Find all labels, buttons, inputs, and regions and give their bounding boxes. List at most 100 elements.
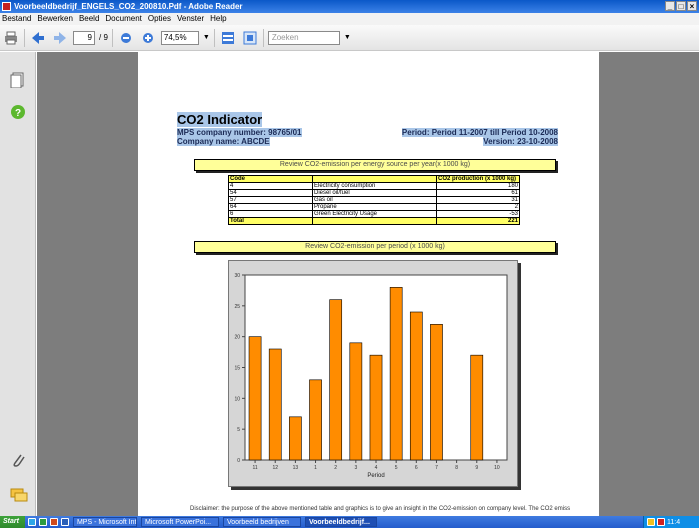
cell-co2: -53 [436, 210, 520, 218]
quick-launch-powerpoint-icon[interactable] [49, 518, 58, 526]
page-number-input[interactable]: 9 [73, 30, 95, 45]
section-heading-per-period: Review CO2-emission per period (x 1000 k… [194, 241, 556, 253]
close-button[interactable]: × [687, 1, 697, 11]
bar-2 [329, 299, 343, 461]
toolbar-separator [262, 28, 264, 47]
title-bar: Voorbeeldbedrijf_ENGELS_CO2_200810.Pdf -… [0, 0, 699, 13]
help-icon[interactable]: ? [10, 104, 26, 120]
period-range: Period: Period 11-2007 till Period 10-20… [401, 128, 558, 137]
document-viewer[interactable]: CO2 Indicator MPS company number: 98765/… [37, 52, 699, 516]
company-name: Company name: ABCDE [177, 137, 270, 146]
toolbar-separator [111, 28, 113, 47]
maximize-button[interactable]: □ [676, 1, 686, 11]
menu-document[interactable]: Document [105, 13, 141, 25]
x-axis-label: Period [367, 473, 384, 479]
x-tick-label: 8 [455, 465, 458, 471]
cell-total-label: Total [228, 217, 313, 225]
cell-co2: 180 [436, 182, 520, 190]
table-row: 6 Green Electricity Usage -53 [228, 210, 520, 218]
table-row: 4 Electricity consumption 180 [228, 182, 520, 190]
search-input[interactable]: Zoeken [267, 30, 340, 45]
y-tick-label: 5 [237, 427, 240, 433]
x-tick-label: 1 [314, 465, 317, 471]
window-title: Voorbeeldbedrijf_ENGELS_CO2_200810.Pdf -… [14, 2, 243, 11]
task-ie[interactable]: MPS - Microsoft Int... [72, 517, 137, 527]
column-header-code: Code [228, 175, 313, 183]
cell-source: Gas oil [312, 196, 437, 204]
table-header-row: Code CO2 production (x 1000 kg) [228, 175, 520, 183]
task-powerpoint[interactable]: Microsoft PowerPoi... [140, 517, 219, 527]
x-tick-label: 13 [293, 465, 299, 471]
pages-icon[interactable] [10, 72, 26, 89]
bar-4 [369, 354, 383, 461]
x-tick-label: 10 [494, 465, 500, 471]
previous-page-icon[interactable] [29, 29, 47, 47]
bar-12 [268, 348, 282, 461]
quick-launch-excel-icon[interactable] [38, 518, 47, 526]
window-controls: _ □ × [665, 1, 697, 11]
bar-9 [470, 354, 484, 461]
next-page-icon[interactable] [51, 29, 69, 47]
tray-alert-icon[interactable] [657, 518, 665, 526]
menu-beeld[interactable]: Beeld [79, 13, 99, 25]
fit-page-icon[interactable] [241, 29, 259, 47]
x-tick-label: 4 [375, 465, 378, 471]
cell-source: Propane [312, 203, 437, 211]
x-tick-label: 3 [354, 465, 357, 471]
search-dropdown-icon[interactable]: ▼ [344, 34, 351, 41]
table-total-row: Total 221 [228, 217, 520, 225]
co2-source-table: Code CO2 production (x 1000 kg) 4 Electr… [228, 175, 520, 225]
menu-venster[interactable]: Venster [177, 13, 204, 25]
menu-bar: Bestand Bewerken Beeld Document Opties V… [0, 13, 699, 25]
attachments-icon[interactable] [10, 452, 26, 468]
column-header-co2: CO2 production (x 1000 kg) [436, 175, 520, 183]
cell-code: 57 [228, 196, 313, 204]
cell-total-empty [312, 217, 437, 225]
y-tick-label: 10 [234, 396, 240, 402]
task-explorer[interactable]: Voorbeeld bedrijven [222, 517, 301, 527]
pdf-page: CO2 Indicator MPS company number: 98765/… [138, 52, 599, 516]
minimize-button[interactable]: _ [665, 1, 675, 11]
y-tick-label: 15 [234, 366, 240, 372]
x-tick-label: 5 [395, 465, 398, 471]
clock: 11:4 [667, 518, 681, 526]
x-tick-label: 9 [475, 465, 478, 471]
quick-launch-word-icon[interactable] [60, 518, 69, 526]
bar-6 [409, 311, 423, 461]
bar-7 [430, 324, 443, 461]
tray-shield-icon[interactable] [647, 518, 655, 526]
chevron-down-icon[interactable]: ▼ [203, 34, 210, 41]
system-tray: 11:4 [643, 516, 699, 528]
menu-help[interactable]: Help [210, 13, 226, 25]
adobe-reader-icon [2, 2, 11, 11]
x-tick-label: 7 [435, 465, 438, 471]
print-icon[interactable] [2, 29, 20, 47]
svg-text:?: ? [15, 108, 21, 119]
table-row: 54 Diesel oil/fuel 61 [228, 189, 520, 197]
menu-opties[interactable]: Opties [148, 13, 171, 25]
comments-icon[interactable] [10, 488, 28, 504]
y-tick-label: 0 [237, 458, 240, 464]
cell-co2: 31 [436, 196, 520, 204]
zoom-level-select[interactable]: 74,5% [160, 30, 199, 45]
y-tick-label: 20 [234, 335, 240, 341]
bar-chart-svg: 05101520253011 12 13 1 2 3 4 5 6 7 8 9 10Period [234, 273, 508, 479]
x-tick-label: 6 [415, 465, 418, 471]
fit-width-icon[interactable] [219, 29, 237, 47]
navigation-panel: ? [0, 52, 36, 516]
zoom-out-icon[interactable] [117, 29, 135, 47]
section-heading-energy-source: Review CO2-emission per energy source pe… [194, 159, 556, 171]
task-adobe-reader[interactable]: Voorbeeldbedrijf... [304, 517, 377, 527]
cell-code: 6 [228, 210, 313, 218]
zoom-in-icon[interactable] [139, 29, 157, 47]
version-date: Version: 23-10-2008 [483, 137, 558, 146]
menu-bewerken[interactable]: Bewerken [37, 13, 73, 25]
menu-bestand[interactable]: Bestand [2, 13, 31, 25]
start-button[interactable]: Start [0, 516, 25, 528]
column-header-source [312, 175, 437, 183]
cell-total-value: 221 [436, 217, 520, 225]
x-tick-label: 2 [334, 465, 337, 471]
x-tick-label: 11 [252, 465, 257, 471]
quick-launch-ie-icon[interactable] [27, 518, 36, 526]
windows-taskbar: Start MPS - Microsoft Int... Microsoft P… [0, 516, 699, 528]
